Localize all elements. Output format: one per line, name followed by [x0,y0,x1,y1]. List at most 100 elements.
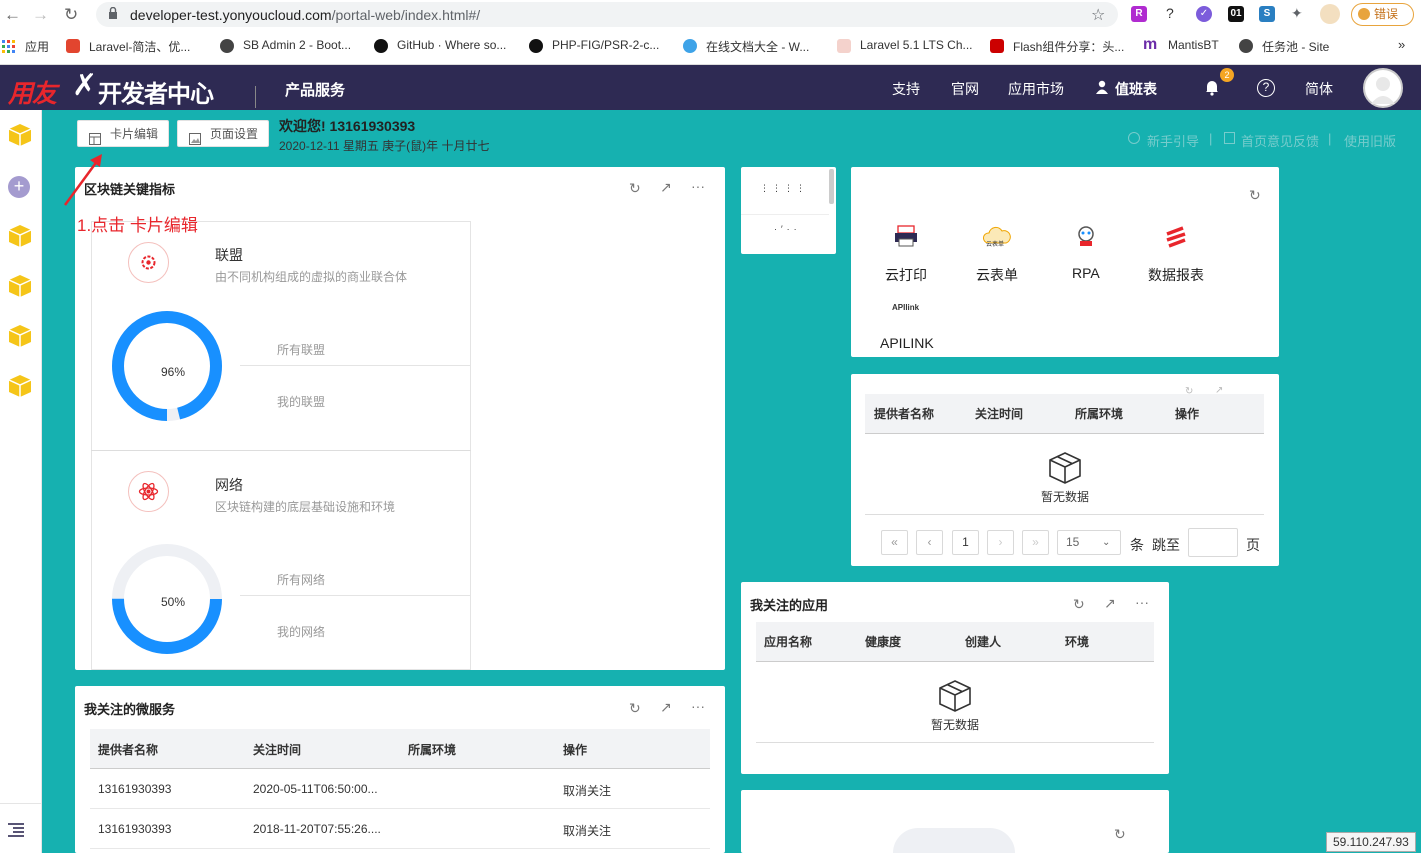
apps-grid-icon[interactable] [2,40,15,53]
more-bookmarks-icon[interactable]: » [1398,37,1405,52]
cube-icon[interactable] [7,323,33,349]
jump-page-input[interactable] [1188,528,1238,557]
column-action: 操作 [1175,407,1200,421]
reload-icon[interactable]: ↻ [64,5,78,25]
cube-icon[interactable] [7,223,33,249]
data-report-icon [1163,226,1189,248]
lock-icon [108,6,118,19]
cube-icon[interactable] [7,122,33,148]
puzzle-icon[interactable]: ✦ [1291,5,1303,22]
bookmark-apps[interactable]: 应用 [25,38,49,55]
logo-brand[interactable]: 用友 [8,74,57,110]
column-action: 操作 [563,743,588,757]
notification-badge: 2 [1220,68,1234,82]
github-icon [374,39,388,53]
empty-text: 暂无数据 [931,718,980,732]
bookmark-flash[interactable]: Flash组件分享：头... [1013,38,1124,55]
add-icon[interactable]: + [8,176,30,198]
feedback-link[interactable]: 首页意见反馈 [1241,131,1319,150]
extension-check-icon[interactable]: ✓ [1196,6,1212,22]
prev-page-button[interactable]: ‹ [916,530,943,555]
forward-icon[interactable]: → [32,5,49,25]
bell-icon[interactable] [1204,79,1220,96]
app-rpa[interactable]: RPA [1072,265,1100,281]
refresh-icon[interactable]: ↻ [1114,826,1126,843]
profile-icon[interactable] [1320,4,1340,24]
widget-divider [741,214,829,215]
app-cloud-form[interactable]: 云表单 [976,265,1018,285]
bookmark-sbadmin[interactable]: SB Admin 2 - Boot... [243,38,351,52]
bookmark-docs[interactable]: 在线文档大全 - W... [706,38,809,55]
sidebar-divider [0,803,42,804]
duty-person-icon [1096,80,1108,94]
refresh-icon[interactable]: ↻ [629,700,641,717]
all-networks-label: 所有网络 [277,573,326,587]
newbie-guide-link[interactable]: 新手引导 [1147,131,1199,150]
current-page[interactable]: 1 [952,530,979,555]
scrollbar[interactable] [829,169,834,204]
card-edit-button[interactable]: 卡片编辑 [77,120,169,147]
extension-s-icon[interactable]: S [1259,6,1275,22]
error-avatar-icon [1358,8,1370,20]
bookmark-php-fig[interactable]: PHP-FIG/PSR-2-c... [552,38,659,52]
bookmark-laravel51[interactable]: Laravel 5.1 LTS Ch... [860,38,973,52]
laravel-icon [837,39,851,53]
table-header [756,622,1154,662]
last-page-button[interactable]: » [1022,530,1049,555]
more-icon[interactable]: ··· [1135,594,1149,610]
first-page-button[interactable]: « [881,530,908,555]
cube-icon[interactable] [7,373,33,399]
share-icon[interactable]: ↗ [660,699,672,716]
column-app-name: 应用名称 [764,635,813,649]
language-switch[interactable]: 简体 [1305,79,1333,99]
all-alliances-label: 所有联盟 [277,343,326,357]
globe-icon [220,39,234,53]
page-settings-button[interactable]: 页面设置 [177,120,269,147]
bookmark-taskpool[interactable]: 任务池 - Site [1262,38,1329,55]
extension-01-icon[interactable]: 01 [1228,6,1244,22]
page-label: 页 [1246,537,1260,553]
help-extension-icon[interactable]: ? [1166,5,1174,21]
refresh-icon[interactable]: ↻ [629,180,641,197]
page-size-select[interactable]: 15 ⌄ [1057,530,1121,555]
items-label: 条 [1130,537,1144,553]
share-icon[interactable]: ↗ [1104,595,1116,612]
back-icon[interactable]: ← [4,5,21,25]
widget-glyphs: ·′·· [774,224,801,234]
stat-divider [240,595,471,596]
app-apilink[interactable]: APILINK [880,335,934,351]
share-icon[interactable]: ↗ [660,179,672,196]
product-services-menu[interactable]: 产品服务 [285,79,345,100]
more-icon[interactable]: ··· [691,698,705,714]
app-cloud-print[interactable]: 云打印 [885,265,927,285]
refresh-icon[interactable]: ↻ [1073,596,1085,613]
bookmark-mantis[interactable]: MantisBT [1168,38,1219,52]
unfollow-link[interactable]: 取消关注 [563,822,611,839]
flash-icon [990,39,1004,53]
network-desc: 区块链构建的底层基础设施和环境 [215,500,396,514]
help-icon[interactable]: ? [1257,79,1275,97]
bookmark-laravel[interactable]: Laravel-简洁、优... [89,38,190,55]
unfollow-link[interactable]: 取消关注 [563,782,611,799]
refresh-icon[interactable]: ↻ [1249,187,1261,204]
section-divider [91,450,471,451]
table-divider [865,514,1264,515]
extension-rp-icon[interactable]: R [1131,6,1147,22]
column-environment: 所属环境 [1075,407,1124,421]
nav-duty-table[interactable]: 值班表 [1115,79,1157,99]
nav-app-market[interactable]: 应用市场 [1008,79,1064,99]
my-networks-label: 我的网络 [277,625,326,639]
avatar[interactable] [1363,68,1403,108]
menu-toggle-icon[interactable] [8,823,24,837]
bookmark-github[interactable]: GitHub · Where so... [397,38,506,52]
more-icon[interactable]: ··· [691,178,705,194]
app-data-report[interactable]: 数据报表 [1148,265,1204,285]
logo-text[interactable]: 开发者中心 [98,74,214,109]
star-icon[interactable]: ☆ [1091,5,1105,25]
next-page-button[interactable]: › [987,530,1014,555]
error-button[interactable]: 错误 [1351,3,1414,26]
nav-support[interactable]: 支持 [892,79,920,99]
nav-official-site[interactable]: 官网 [951,79,979,99]
cube-icon[interactable] [7,273,33,299]
old-version-link[interactable]: 使用旧版 [1344,131,1396,150]
